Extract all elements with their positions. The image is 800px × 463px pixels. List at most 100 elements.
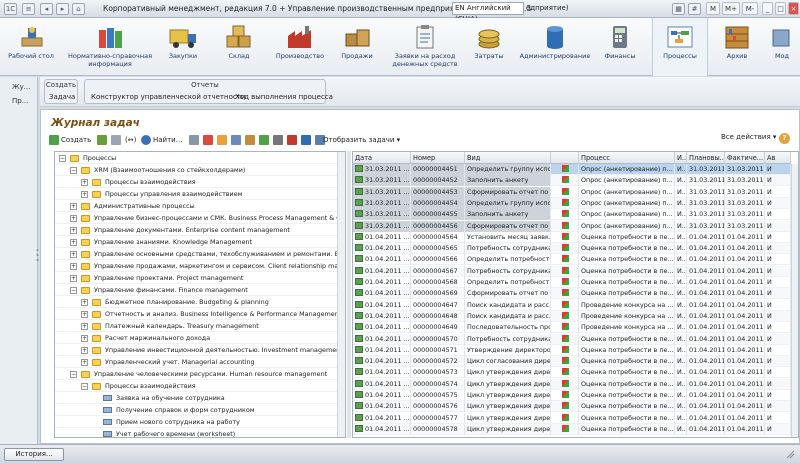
app-logo-icon[interactable]: 1С — [4, 3, 17, 15]
section-processes[interactable]: Процессы — [652, 18, 708, 76]
column-header[interactable]: Дата — [353, 152, 411, 164]
expand-icon[interactable]: + — [81, 347, 88, 354]
section-administration[interactable]: Администрирование — [518, 18, 592, 76]
task-icon[interactable] — [203, 135, 213, 145]
column-header[interactable]: Процесс — [579, 152, 675, 164]
expand-icon[interactable]: + — [70, 239, 77, 246]
nav-item-journal[interactable]: Жу... — [0, 83, 37, 91]
filter-icon[interactable] — [189, 135, 199, 145]
report-constructor-link[interactable]: Конструктор управленческой отчетности — [91, 93, 245, 101]
tree-row[interactable]: + Расчет маржинального дохода — [55, 333, 345, 344]
table-row[interactable]: 31.03.2011 ... 00000004453 Сформировать от… — [353, 186, 798, 198]
find-button[interactable]: Найти... — [153, 133, 182, 147]
create-task-link[interactable]: Задача — [49, 93, 75, 101]
all-actions-menu[interactable]: Все действия ▾ — [721, 133, 776, 141]
tree-scrollbar[interactable] — [337, 152, 345, 437]
tree-row[interactable]: + Управление инвестиционной деятельностью… — [55, 345, 345, 356]
column-header[interactable]: Вид — [465, 152, 551, 164]
table-row[interactable]: 01.04.2011 ... 00000004567 Потребность сот… — [353, 265, 798, 277]
minimize-button[interactable]: _ — [762, 2, 773, 15]
save-icon[interactable] — [301, 135, 311, 145]
tree-row[interactable]: Учет рабочего времени (worksheet) — [55, 429, 345, 437]
table-row[interactable]: 01.04.2011 ... 00000004572 Цикл согласован… — [353, 356, 798, 368]
table-row[interactable]: 01.04.2011 ... 00000004571 Утверждение дир… — [353, 344, 798, 356]
edit-icon[interactable] — [97, 135, 107, 145]
panel-splitter-grip[interactable] — [36, 247, 39, 267]
hierarchy-button[interactable]: (↔) — [125, 133, 136, 147]
column-header[interactable]: Ав — [765, 152, 791, 164]
collapse-icon[interactable]: − — [59, 155, 66, 162]
table-row[interactable]: 01.04.2011 ... 00000004576 Цикл утверждени… — [353, 401, 798, 413]
table-row[interactable]: 01.04.2011 ... 00000004575 Цикл утверждени… — [353, 390, 798, 401]
collapse-icon[interactable]: − — [70, 371, 77, 378]
tree-row[interactable]: + Управление продажами, маркетингом и сер… — [55, 261, 345, 272]
table-row[interactable]: 31.03.2011 ... 00000004455 Заполнить анкет… — [353, 209, 798, 221]
section-production[interactable]: Производство — [272, 18, 328, 76]
help-icon[interactable]: ? — [779, 133, 790, 144]
memory-plus-button[interactable]: M+ — [722, 2, 740, 15]
table-row[interactable]: 01.04.2011 ... 00000004564 Установить меся… — [353, 231, 798, 243]
tree-row[interactable]: + Управление бизнес-процессами и СМК. Bus… — [55, 213, 345, 224]
tree-row[interactable]: − Управление человеческими ресурсами. Hum… — [55, 369, 345, 380]
expand-icon[interactable]: + — [81, 179, 88, 186]
calculator-icon[interactable]: # — [688, 3, 701, 15]
expand-icon[interactable]: + — [70, 275, 77, 282]
collapse-icon[interactable]: − — [70, 287, 77, 294]
column-header[interactable]: Номер — [411, 152, 465, 164]
tree-row[interactable]: + Административные процессы — [55, 201, 345, 212]
section-sales[interactable]: Продажи — [332, 18, 382, 76]
menu-icon[interactable]: ≡ — [22, 3, 35, 15]
nav-item-processes[interactable]: Пр... — [0, 97, 37, 105]
tree-row[interactable]: Получение справок и форм сотрудником — [55, 405, 345, 416]
expand-icon[interactable]: + — [70, 251, 77, 258]
tree-row[interactable]: + Отчетность и анализ. Business Intellige… — [55, 309, 345, 320]
collapse-icon[interactable]: − — [70, 167, 77, 174]
process-progress-link[interactable]: Ход выполнения процесса — [235, 93, 333, 101]
language-indicator[interactable]: EN Английский (США) — [452, 2, 524, 23]
table-row[interactable]: 01.04.2011 ... 00000004574 Цикл утверждени… — [353, 378, 798, 390]
vertical-splitter[interactable] — [347, 151, 351, 438]
expand-icon[interactable]: + — [70, 263, 77, 270]
forward-icon[interactable]: ▸ — [56, 3, 69, 15]
tree-row[interactable]: Прием нового сотрудника на работу — [55, 417, 345, 428]
cancel-icon[interactable] — [287, 135, 297, 145]
expand-icon[interactable]: + — [70, 203, 77, 210]
table-row[interactable]: 01.04.2011 ... 00000004649 Последовательно… — [353, 322, 798, 334]
collapse-icon[interactable]: − — [81, 383, 88, 390]
section-reference[interactable]: Нормативно-справочная информация — [62, 18, 158, 76]
process-icon[interactable] — [231, 135, 241, 145]
table-row[interactable]: 31.03.2011 ... 00000004451 Определить груп… — [353, 164, 798, 175]
section-module[interactable]: Мод — [764, 18, 800, 76]
tree-row[interactable]: − Процессы — [55, 153, 345, 164]
table-row[interactable]: 31.03.2011 ... 00000004454 Определить груп… — [353, 197, 798, 209]
tree-row[interactable]: − Процессы взаимодействия — [55, 381, 345, 392]
tree-row[interactable]: + Процессы взаимодействия — [55, 177, 345, 188]
close-button[interactable]: × — [788, 2, 799, 15]
expand-icon[interactable]: + — [81, 191, 88, 198]
table-row[interactable]: 01.04.2011 ... 00000004578 Цикл утверждени… — [353, 423, 798, 435]
tree-row[interactable]: + Управление основными средствами, техобс… — [55, 249, 345, 260]
table-row[interactable]: 01.04.2011 ... 00000004577 Цикл утверждени… — [353, 412, 798, 424]
tree-row[interactable]: + Бюджетное планирование. Budgeting & pla… — [55, 297, 345, 308]
section-warehouse[interactable]: Склад — [216, 18, 262, 76]
table-row[interactable]: 01.04.2011 ... 00000004569 Сформировать от… — [353, 288, 798, 300]
expand-icon[interactable]: + — [70, 227, 77, 234]
table-row[interactable]: 01.04.2011 ... 00000004568 Определить потр… — [353, 277, 798, 288]
table-row[interactable]: 01.04.2011 ... 00000004647 Поиск кандидата… — [353, 299, 798, 311]
tree-row[interactable]: + Платежный календарь. Treasury managemen… — [55, 321, 345, 332]
table-scrollbar[interactable] — [791, 164, 798, 437]
delete-mark-icon[interactable] — [111, 135, 121, 145]
tree-row[interactable]: + Управление документами. Enterprise cont… — [55, 225, 345, 236]
expand-icon[interactable]: + — [81, 359, 88, 366]
tree-row[interactable]: − XRM (Взаимоотношения со стейкхолдерами) — [55, 165, 345, 176]
route-icon[interactable] — [217, 135, 227, 145]
tree-row[interactable]: Заявка на обучение сотрудника — [55, 393, 345, 404]
expand-icon[interactable]: + — [70, 215, 77, 222]
memory-minus-button[interactable]: M- — [742, 2, 758, 15]
section-desktop[interactable]: Рабочий стол — [6, 18, 56, 76]
calendar-icon[interactable]: ▦ — [672, 3, 685, 15]
expand-icon[interactable]: + — [81, 299, 88, 306]
tree-row[interactable]: + Управление знаниями. Knowledge Manageme… — [55, 237, 345, 248]
table-row[interactable]: 01.04.2011 ... 00000004566 Определить потр… — [353, 254, 798, 266]
print-icon[interactable] — [273, 135, 283, 145]
